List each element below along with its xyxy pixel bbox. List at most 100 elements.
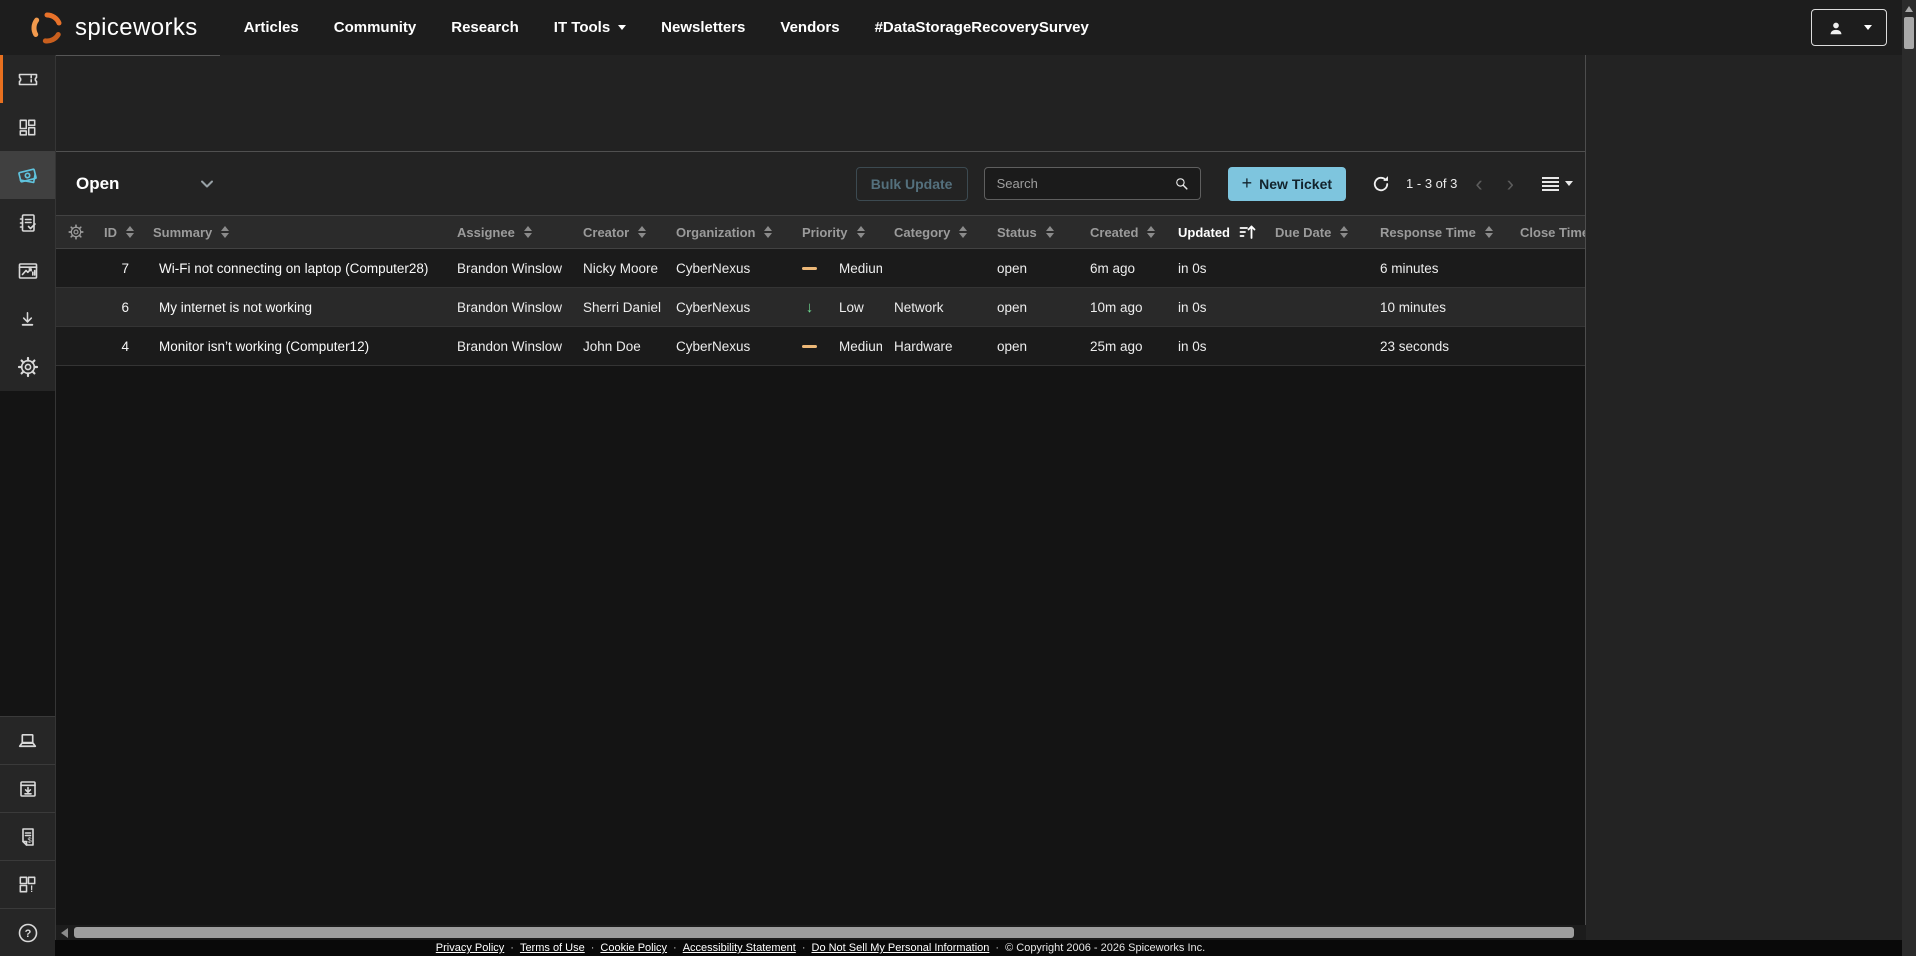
plus-icon: + bbox=[1242, 173, 1253, 194]
ticket-id: 7 bbox=[96, 249, 141, 288]
header-close-time[interactable]: Close Time bbox=[1508, 216, 1585, 249]
footer-link-do-not-sell[interactable]: Do Not Sell My Personal Information bbox=[812, 942, 990, 954]
chevron-down-icon bbox=[618, 25, 626, 30]
view-options-button[interactable] bbox=[1542, 177, 1573, 191]
footer-link-privacy[interactable]: Privacy Policy bbox=[436, 942, 504, 954]
sidebar-item-invoices[interactable] bbox=[0, 812, 55, 860]
header-assignee[interactable]: Assignee bbox=[445, 216, 571, 249]
header-due-date[interactable]: Due Date bbox=[1263, 216, 1368, 249]
header-organization[interactable]: Organization bbox=[664, 216, 790, 249]
sidebar-item-apps[interactable] bbox=[0, 103, 55, 151]
sidebar-item-software[interactable] bbox=[0, 764, 55, 812]
account-menu-button[interactable] bbox=[1811, 9, 1887, 46]
bulk-update-button[interactable]: Bulk Update bbox=[856, 167, 968, 201]
ticket-category: Hardware bbox=[882, 327, 985, 366]
ticket-assignee: Brandon Winslow bbox=[445, 327, 571, 366]
gear-icon bbox=[16, 355, 40, 379]
ticket-created: 25m ago bbox=[1078, 327, 1166, 366]
left-sidebar bbox=[0, 55, 55, 956]
table-row[interactable]: 6 My internet is not working Brandon Win… bbox=[56, 288, 1585, 327]
ticket-status: open bbox=[985, 327, 1078, 366]
ticket-priority: Medium bbox=[790, 327, 882, 366]
spiceworks-logo[interactable]: spiceworks bbox=[28, 9, 198, 47]
header-id[interactable]: ID bbox=[96, 216, 141, 249]
table-row[interactable]: 4 Monitor isn’t working (Computer12) Bra… bbox=[56, 327, 1585, 366]
sidebar-item-helpdesk[interactable] bbox=[0, 151, 55, 199]
page-footer: Privacy Policy · Terms of Use · Cookie P… bbox=[55, 940, 1902, 956]
sidebar-item-settings[interactable] bbox=[0, 343, 55, 391]
footer-copyright: © Copyright 2006 - 2026 Spiceworks Inc. bbox=[1005, 942, 1205, 954]
new-ticket-button[interactable]: + New Ticket bbox=[1228, 167, 1346, 201]
vertical-scrollbar[interactable] bbox=[1902, 0, 1916, 956]
sidebar-bottom-group bbox=[0, 716, 55, 956]
footer-link-cookie[interactable]: Cookie Policy bbox=[600, 942, 667, 954]
ticket-response-time: 10 minutes bbox=[1368, 288, 1508, 327]
header-status[interactable]: Status bbox=[985, 216, 1078, 249]
sidebar-item-help[interactable] bbox=[0, 908, 55, 956]
top-navbar: spiceworks Articles Community Research I… bbox=[0, 0, 1916, 55]
header-category[interactable]: Category bbox=[882, 216, 985, 249]
next-page-button[interactable]: › bbox=[1505, 173, 1516, 195]
apps-alert-icon bbox=[16, 873, 39, 896]
refresh-icon[interactable] bbox=[1370, 173, 1392, 195]
pagination-range: 1 - 3 of 3 bbox=[1406, 176, 1457, 191]
apps-grid-icon bbox=[16, 116, 39, 139]
ticket-close-time bbox=[1508, 288, 1585, 327]
nav-item-newsletters[interactable]: Newsletters bbox=[661, 19, 745, 36]
priority-medium-icon bbox=[802, 267, 817, 270]
sort-icon bbox=[764, 226, 772, 238]
ticket-organization: CyberNexus bbox=[664, 327, 790, 366]
ticket-updated: in 0s bbox=[1166, 327, 1263, 366]
nav-item-survey[interactable]: #DataStorageRecoverySurvey bbox=[875, 19, 1089, 36]
footer-link-terms[interactable]: Terms of Use bbox=[520, 942, 585, 954]
header-creator[interactable]: Creator bbox=[571, 216, 664, 249]
nav-item-it-tools[interactable]: IT Tools bbox=[554, 19, 626, 36]
header-summary[interactable]: Summary bbox=[141, 216, 445, 249]
header-updated[interactable]: Updated bbox=[1166, 216, 1263, 249]
sort-icon bbox=[126, 226, 134, 238]
table-row[interactable]: 7 Wi-Fi not connecting on laptop (Comput… bbox=[56, 249, 1585, 288]
header-created[interactable]: Created bbox=[1078, 216, 1166, 249]
ticket-id: 4 bbox=[96, 327, 141, 366]
sidebar-item-reports[interactable] bbox=[0, 247, 55, 295]
search-icon[interactable] bbox=[1173, 174, 1190, 193]
horizontal-scrollbar[interactable] bbox=[56, 925, 1586, 940]
dot-separator: · bbox=[802, 942, 806, 954]
header-response-time[interactable]: Response Time bbox=[1368, 216, 1508, 249]
scroll-up-arrow-icon[interactable] bbox=[1905, 6, 1913, 12]
nav-item-research[interactable]: Research bbox=[451, 19, 519, 36]
ticket-filter-dropdown[interactable]: Open bbox=[76, 174, 215, 194]
footer-link-accessibility[interactable]: Accessibility Statement bbox=[683, 942, 796, 954]
prev-page-button[interactable]: ‹ bbox=[1473, 173, 1484, 195]
vertical-scrollbar-thumb[interactable] bbox=[1904, 17, 1914, 49]
nav-item-vendors[interactable]: Vendors bbox=[780, 19, 839, 36]
sidebar-item-apps-alert[interactable] bbox=[0, 860, 55, 908]
ticket-category bbox=[882, 249, 985, 288]
priority-low-icon: ↓ bbox=[806, 299, 814, 316]
ticket-summary[interactable]: Wi-Fi not connecting on laptop (Computer… bbox=[141, 249, 445, 288]
sidebar-item-tasks[interactable] bbox=[0, 199, 55, 247]
sidebar-item-tickets[interactable] bbox=[0, 55, 55, 103]
list-view-icon bbox=[1542, 177, 1559, 191]
nav-item-articles[interactable]: Articles bbox=[244, 19, 299, 36]
ticket-summary[interactable]: Monitor isn’t working (Computer12) bbox=[141, 327, 445, 366]
panel-top-spacer bbox=[56, 55, 1585, 152]
dot-separator: · bbox=[673, 942, 677, 954]
header-priority[interactable]: Priority bbox=[790, 216, 882, 249]
tickets-panel: Open Bulk Update + New Ticket 1 - 3 of 3… bbox=[55, 55, 1586, 956]
nav-item-community[interactable]: Community bbox=[334, 19, 417, 36]
horizontal-scrollbar-thumb[interactable] bbox=[74, 927, 1574, 938]
ticket-summary[interactable]: My internet is not working bbox=[141, 288, 445, 327]
scroll-left-arrow-icon[interactable] bbox=[61, 928, 68, 938]
helpdesk-tickets-icon bbox=[15, 163, 40, 188]
brand-name: spiceworks bbox=[75, 14, 198, 42]
search-input[interactable] bbox=[997, 176, 1173, 191]
sidebar-item-downloads[interactable] bbox=[0, 295, 55, 343]
column-settings-button[interactable] bbox=[56, 216, 96, 249]
sort-icon bbox=[221, 226, 229, 238]
invoice-icon bbox=[16, 825, 40, 849]
sidebar-item-devices[interactable] bbox=[0, 716, 55, 764]
ticket-status: open bbox=[985, 288, 1078, 327]
ticket-response-time: 23 seconds bbox=[1368, 327, 1508, 366]
ticket-creator: Sherri Daniel bbox=[571, 288, 664, 327]
